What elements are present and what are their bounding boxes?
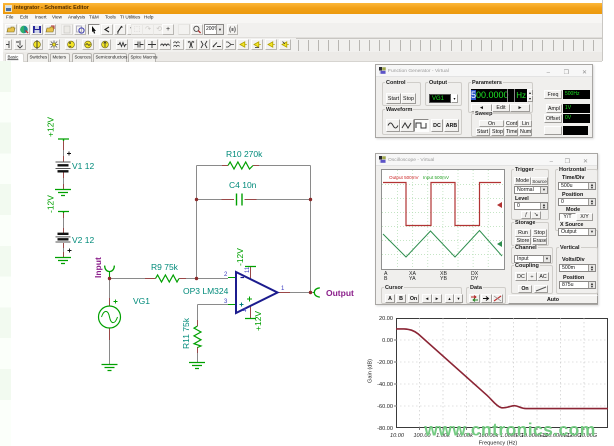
svg-text:Frequency (Hz): Frequency (Hz): [479, 441, 518, 446]
svg-text:10.00: 10.00: [390, 433, 405, 439]
svg-text:-60.00: -60.00: [377, 404, 393, 410]
svg-text:-12V: -12V: [46, 195, 56, 213]
svg-text:Output 500mV: Output 500mV: [389, 175, 420, 180]
svg-text:V2 12: V2 12: [72, 235, 94, 245]
svg-text:-20.00: -20.00: [377, 360, 393, 366]
svg-text:Input 500mV: Input 500mV: [423, 175, 450, 180]
svg-text:20.00: 20.00: [379, 316, 393, 322]
svg-text:0.00: 0.00: [382, 338, 393, 344]
svg-text:Gain (dB): Gain (dB): [368, 359, 374, 383]
svg-text:C4 10n: C4 10n: [229, 180, 257, 190]
svg-text:OP3 LM324: OP3 LM324: [183, 286, 229, 296]
svg-text:-12V: -12V: [235, 248, 245, 266]
svg-text:www.cntronics.com: www.cntronics.com: [423, 420, 595, 440]
svg-text:-40.00: -40.00: [377, 382, 393, 388]
svg-text:Output: Output: [326, 288, 354, 298]
svg-text:Input: Input: [93, 257, 103, 278]
svg-text:+12V: +12V: [46, 117, 56, 137]
svg-text:R9 75k: R9 75k: [151, 262, 179, 272]
svg-text:R11 75k: R11 75k: [181, 317, 191, 349]
svg-text:1: 1: [281, 286, 285, 292]
svg-text:R10 270k: R10 270k: [226, 149, 263, 159]
svg-text:V1 12: V1 12: [72, 161, 94, 171]
svg-text:-80.00: -80.00: [377, 426, 393, 432]
svg-text:+12V: +12V: [253, 311, 263, 331]
svg-text:VG1: VG1: [133, 296, 150, 306]
svg-text:11: 11: [245, 266, 251, 273]
svg-text:2: 2: [224, 272, 228, 278]
